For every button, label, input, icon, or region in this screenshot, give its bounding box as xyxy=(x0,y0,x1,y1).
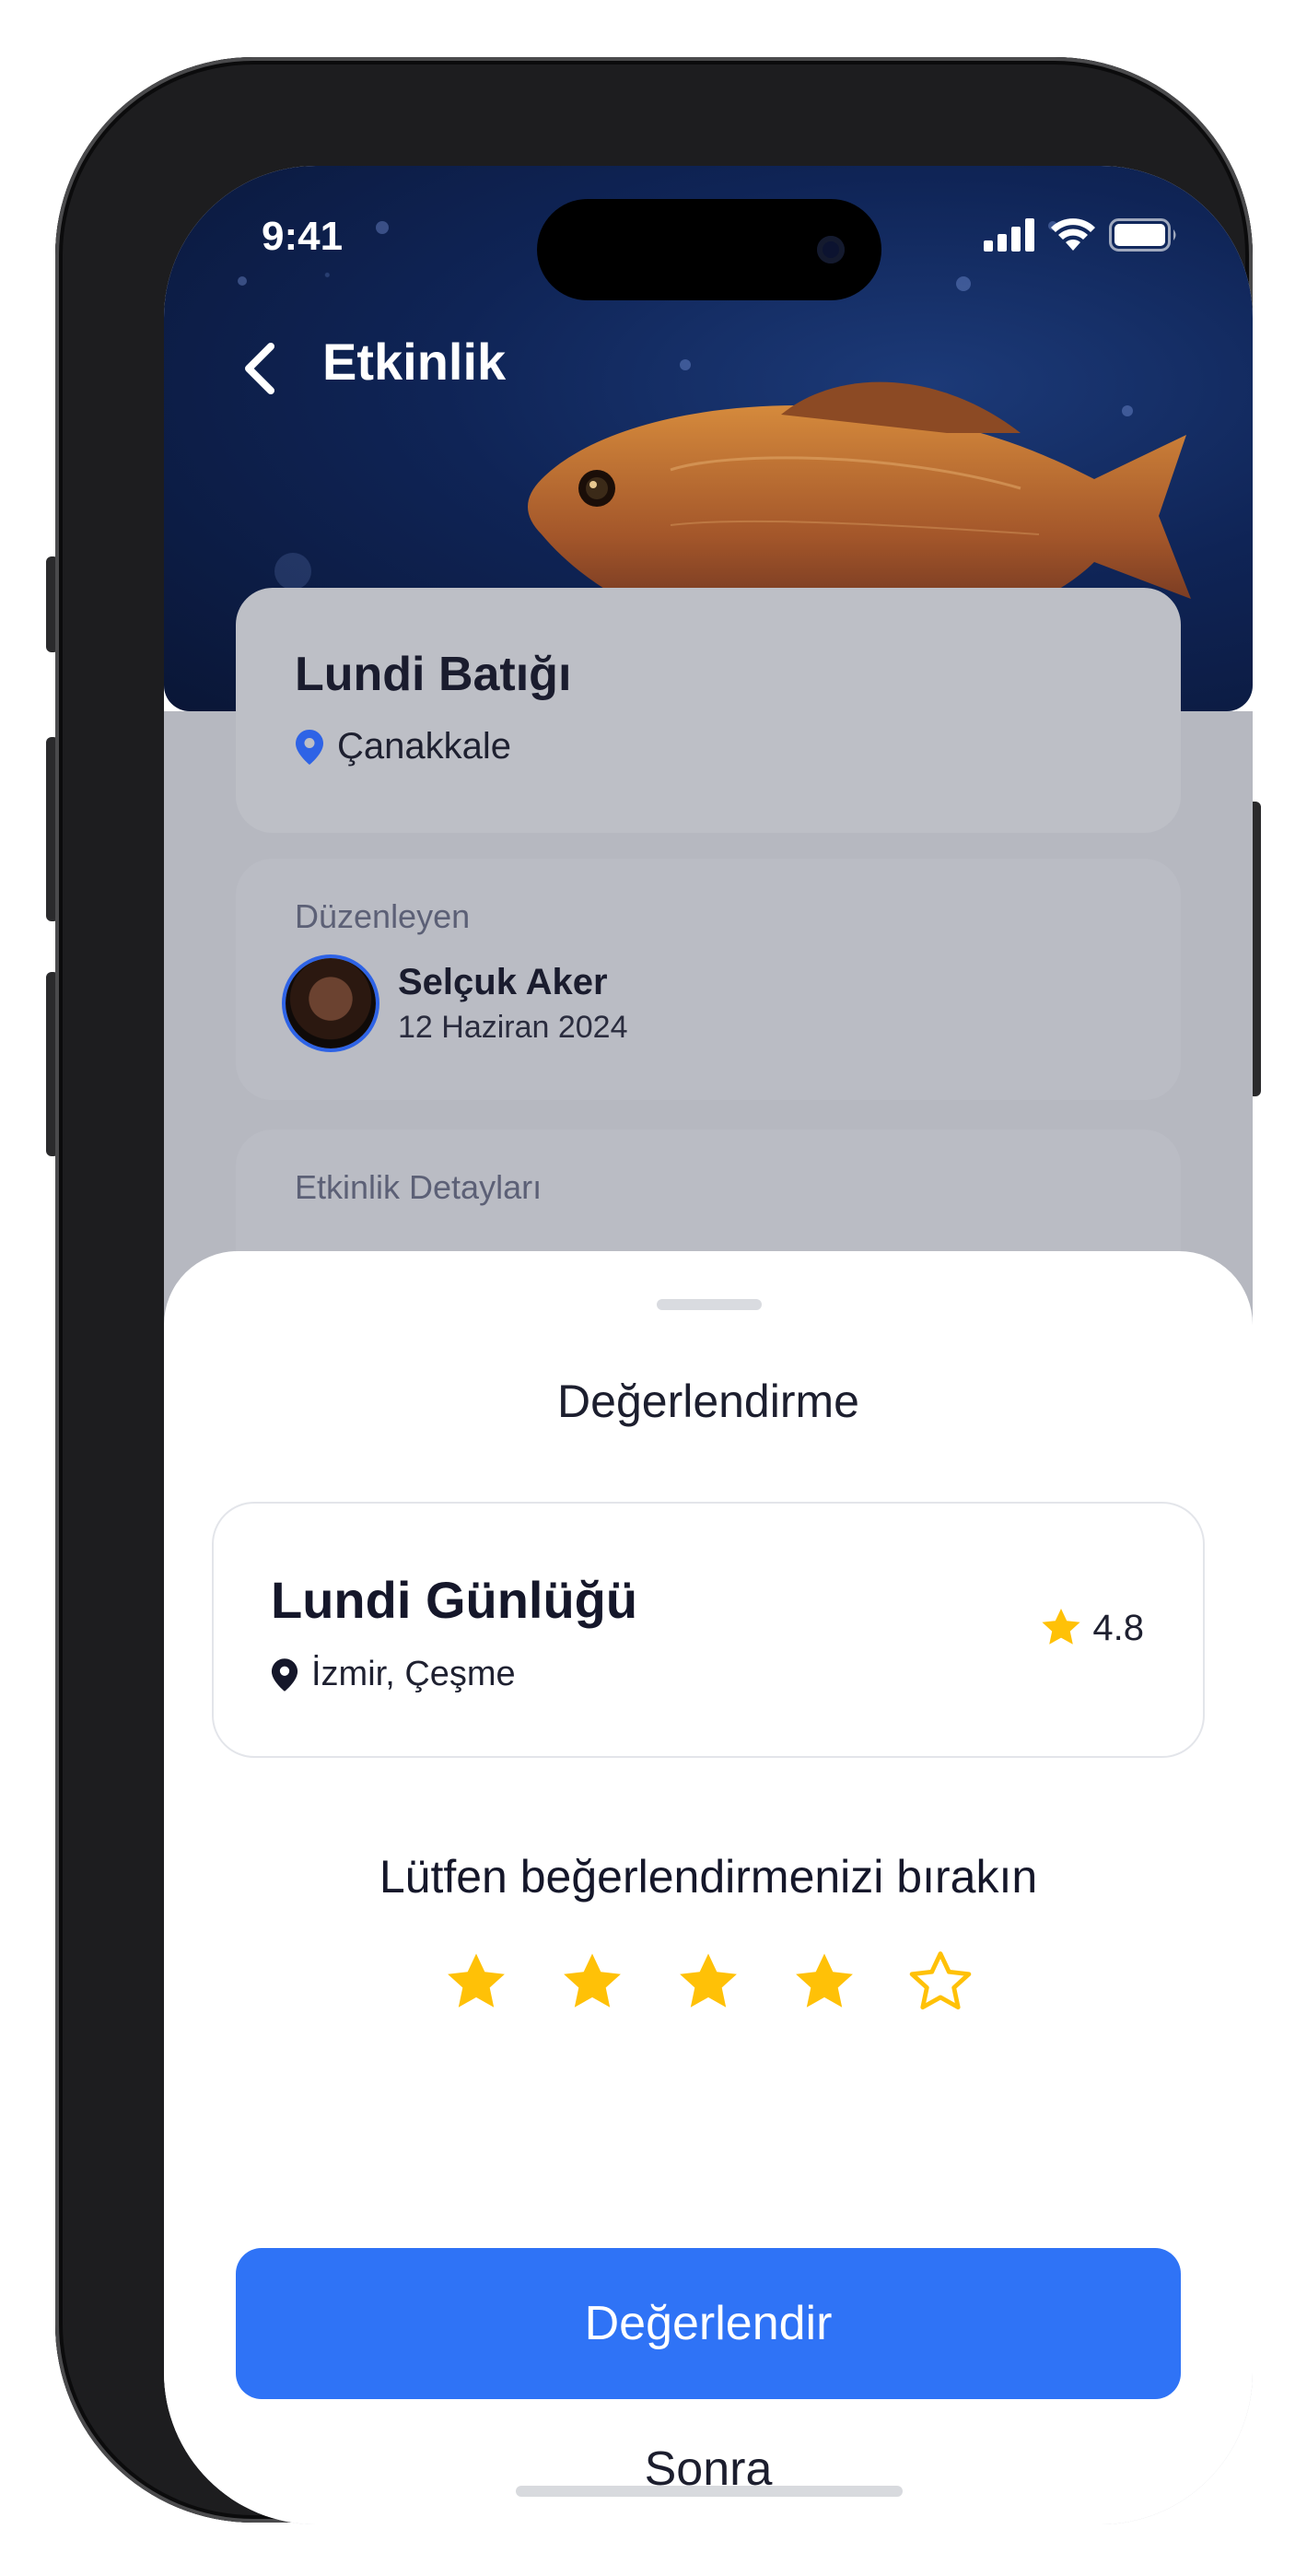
rated-event-rating: 4.8 xyxy=(1039,1607,1144,1649)
submit-rating-button[interactable]: Değerlendir xyxy=(236,2248,1181,2399)
sheet-grabber[interactable] xyxy=(657,1299,762,1310)
rated-event-location: İzmir, Çeşme xyxy=(271,1655,516,1694)
event-summary-card: Lundi Batığı Çanakkale xyxy=(236,588,1181,833)
details-label: Etkinlik Detayları xyxy=(295,1168,543,1206)
battery-icon xyxy=(1109,218,1176,252)
rating-prompt: Lütfen beğerlendirmenizi bırakın xyxy=(379,1851,1038,1903)
event-location: Çanakkale xyxy=(295,726,511,767)
back-chevron-icon[interactable] xyxy=(228,332,293,405)
star-1-icon[interactable] xyxy=(443,1950,509,2016)
rated-event-location-text: İzmir, Çeşme xyxy=(311,1655,516,1693)
organizer-name: Selçuk Aker xyxy=(398,962,608,1002)
star-4-icon[interactable] xyxy=(791,1950,858,2016)
event-location-text: Çanakkale xyxy=(337,726,512,767)
star-3-icon[interactable] xyxy=(675,1950,741,2016)
wifi-icon xyxy=(1051,218,1095,251)
star-rating xyxy=(164,1950,1253,2016)
organizer-date: 12 Haziran 2024 xyxy=(398,1010,628,1045)
signal-icon xyxy=(984,218,1034,252)
dynamic-island xyxy=(537,199,881,300)
rated-event-card: Lundi Günlüğü İzmir, Çeşme 4.8 xyxy=(212,1502,1205,1758)
rating-bottom-sheet: Değerlendirme Lundi Günlüğü İzmir, Çeşme… xyxy=(164,1251,1253,2524)
rated-event-title: Lundi Günlüğü xyxy=(271,1571,638,1629)
page-title: Etkinlik xyxy=(322,333,507,391)
avatar xyxy=(286,958,376,1048)
star-5-icon[interactable] xyxy=(907,1950,974,2016)
star-2-icon[interactable] xyxy=(559,1950,625,2016)
sheet-title: Değerlendirme xyxy=(557,1376,859,1427)
organizer-label: Düzenleyen xyxy=(295,897,471,935)
event-title: Lundi Batığı xyxy=(295,648,572,701)
rating-value: 4.8 xyxy=(1092,1607,1144,1648)
status-icons xyxy=(984,217,1179,252)
phone-frame: 9:41 Etkinlik Lundi Batığı Çanakkale Düz… xyxy=(55,57,1253,2524)
home-indicator xyxy=(516,2486,903,2497)
organizer-card: Düzenleyen Selçuk Aker 12 Haziran 2024 xyxy=(236,859,1181,1100)
star-icon xyxy=(1042,1609,1080,1645)
screen: 9:41 Etkinlik Lundi Batığı Çanakkale Düz… xyxy=(164,166,1253,2524)
location-pin-icon xyxy=(296,729,323,765)
status-time: 9:41 xyxy=(262,214,344,259)
location-pin-icon xyxy=(271,1657,298,1692)
